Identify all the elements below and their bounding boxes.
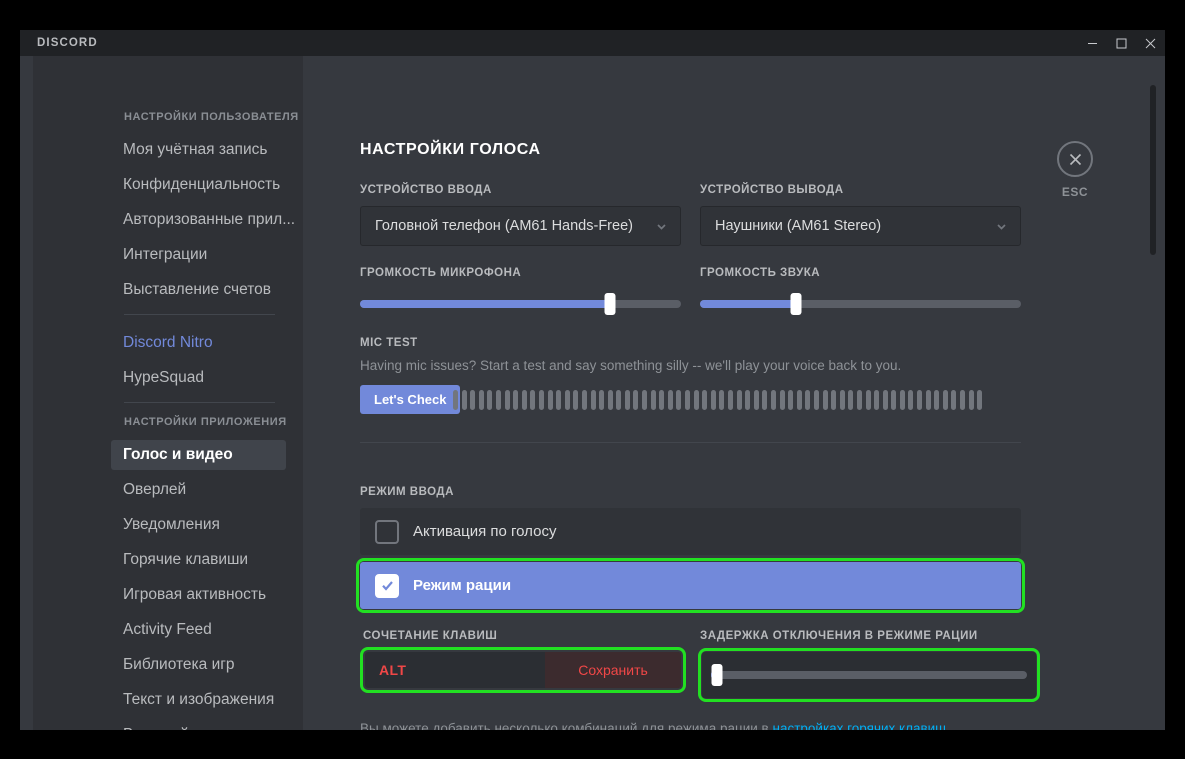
section-divider bbox=[360, 442, 1021, 443]
close-button[interactable] bbox=[1136, 30, 1165, 56]
keybind-label: СОЧЕТАНИЕ КЛАВИШ bbox=[363, 630, 498, 642]
esc-label: ESC bbox=[1061, 185, 1089, 199]
sidebar-item-activity-feed[interactable]: Activity Feed bbox=[111, 615, 286, 645]
sidebar-header-app-settings: НАСТРОЙКИ ПРИЛОЖЕНИЯ bbox=[124, 416, 287, 428]
sidebar-item-appearance[interactable]: Внешний вид bbox=[111, 720, 286, 730]
chevron-down-icon bbox=[995, 220, 1008, 233]
mic-test-description: Having mic issues? Start a test and say … bbox=[360, 358, 902, 373]
settings-scrollbar[interactable] bbox=[1150, 85, 1156, 255]
sidebar-item-discord-nitro[interactable]: Discord Nitro bbox=[111, 328, 286, 358]
input-mode-option-label: Активация по голосу bbox=[413, 523, 557, 540]
input-mode-option-voice-activity[interactable]: Активация по голосу bbox=[360, 508, 1021, 555]
input-mode-option-label: Режим рации bbox=[413, 577, 512, 594]
discord-window: DISCORD НАСТРОЙКИ ПОЛЬЗОВАТЕЛЯ Моя учётн… bbox=[20, 30, 1165, 730]
output-volume-label: ГРОМКОСТЬ ЗВУКА bbox=[700, 267, 821, 279]
sidebar-item-game-activity[interactable]: Игровая активность bbox=[111, 580, 286, 610]
checkbox-icon bbox=[375, 519, 399, 544]
mic-test-label: MIC TEST bbox=[360, 337, 418, 349]
sidebar-divider-2 bbox=[124, 402, 275, 403]
keybind-hint-prefix: Вы можете добавить несколько комбинаций … bbox=[360, 721, 773, 730]
keybind-save-button[interactable]: Сохранить bbox=[545, 652, 681, 688]
mic-volume-label: ГРОМКОСТЬ МИКРОФОНА bbox=[360, 267, 522, 279]
ptt-delay-thumb[interactable] bbox=[711, 664, 723, 686]
sidebar-item-authorized-apps[interactable]: Авторизованные прил... bbox=[111, 205, 295, 235]
ptt-delay-label: ЗАДЕРЖКА ОТКЛЮЧЕНИЯ В РЕЖИМЕ РАЦИИ bbox=[700, 630, 978, 642]
app-title: DISCORD bbox=[37, 37, 98, 49]
page-title: НАСТРОЙКИ ГОЛОСА bbox=[360, 141, 541, 158]
input-mode-option-push-to-talk[interactable]: Режим рации bbox=[360, 562, 1021, 609]
sidebar-item-overlay[interactable]: Оверлей bbox=[111, 475, 286, 505]
lets-check-button[interactable]: Let's Check bbox=[360, 385, 461, 414]
output-volume-fill bbox=[700, 300, 797, 308]
mic-volume-fill bbox=[360, 300, 611, 308]
output-device-value: Наушники (AM61 Stereo) bbox=[715, 218, 882, 234]
settings-sidebar: НАСТРОЙКИ ПОЛЬЗОВАТЕЛЯ Моя учётная запис… bbox=[33, 56, 303, 730]
sidebar-item-text-and-images[interactable]: Текст и изображения bbox=[111, 685, 286, 715]
sidebar-header-user-settings: НАСТРОЙКИ ПОЛЬЗОВАТЕЛЯ bbox=[124, 111, 299, 123]
keybind-value: ALT bbox=[379, 662, 407, 678]
sidebar-item-my-account[interactable]: Моя учётная запись bbox=[111, 135, 286, 165]
chevron-down-icon bbox=[655, 220, 668, 233]
sidebar-item-voice-and-video[interactable]: Голос и видео bbox=[111, 440, 286, 470]
keybind-input[interactable]: ALT Сохранить bbox=[365, 652, 681, 688]
keybind-settings-link[interactable]: настройках горячих клавиш bbox=[772, 721, 946, 730]
input-device-value: Головной телефон (AM61 Hands-Free) bbox=[375, 218, 633, 234]
sidebar-item-keybinds[interactable]: Горячие клавиши bbox=[111, 545, 286, 575]
input-device-label: УСТРОЙСТВО ВВОДА bbox=[360, 184, 492, 196]
mic-volume-thumb[interactable] bbox=[604, 293, 616, 315]
input-mode-label: РЕЖИМ ВВОДА bbox=[360, 486, 454, 498]
keybind-hint: Вы можете добавить несколько комбинаций … bbox=[360, 721, 950, 730]
output-volume-slider[interactable] bbox=[700, 293, 1021, 315]
mic-level-meter bbox=[453, 390, 983, 410]
title-bar: DISCORD bbox=[20, 30, 1165, 56]
minimize-button[interactable] bbox=[1078, 30, 1107, 56]
output-volume-thumb[interactable] bbox=[790, 293, 802, 315]
window-controls bbox=[1078, 30, 1165, 56]
sidebar-divider-1 bbox=[124, 314, 275, 315]
mic-volume-slider[interactable] bbox=[360, 293, 681, 315]
sidebar-item-privacy[interactable]: Конфиденциальность bbox=[111, 170, 286, 200]
voice-settings-panel: НАСТРОЙКИ ГОЛОСА ESC УСТРОЙСТВО ВВОДА Го… bbox=[303, 56, 1142, 730]
keybind-hint-suffix: . bbox=[946, 721, 950, 730]
checkbox-checked-icon bbox=[375, 573, 399, 598]
sidebar-item-game-library[interactable]: Библиотека игр bbox=[111, 650, 286, 680]
output-device-label: УСТРОЙСТВО ВЫВОДА bbox=[700, 184, 844, 196]
close-icon[interactable] bbox=[1057, 141, 1093, 177]
maximize-button[interactable] bbox=[1107, 30, 1136, 56]
sidebar-item-notifications[interactable]: Уведомления bbox=[111, 510, 286, 540]
close-modal-control: ESC bbox=[1045, 141, 1105, 199]
sidebar-item-hypesquad[interactable]: HypeSquad bbox=[111, 363, 286, 393]
sidebar-item-billing[interactable]: Выставление счетов bbox=[111, 275, 286, 305]
input-device-select[interactable]: Головной телефон (AM61 Hands-Free) bbox=[360, 206, 681, 246]
ptt-delay-slider[interactable] bbox=[711, 664, 1027, 686]
sidebar-item-integrations[interactable]: Интеграции bbox=[111, 240, 286, 270]
output-device-select[interactable]: Наушники (AM61 Stereo) bbox=[700, 206, 1021, 246]
ptt-delay-track bbox=[711, 671, 1027, 679]
